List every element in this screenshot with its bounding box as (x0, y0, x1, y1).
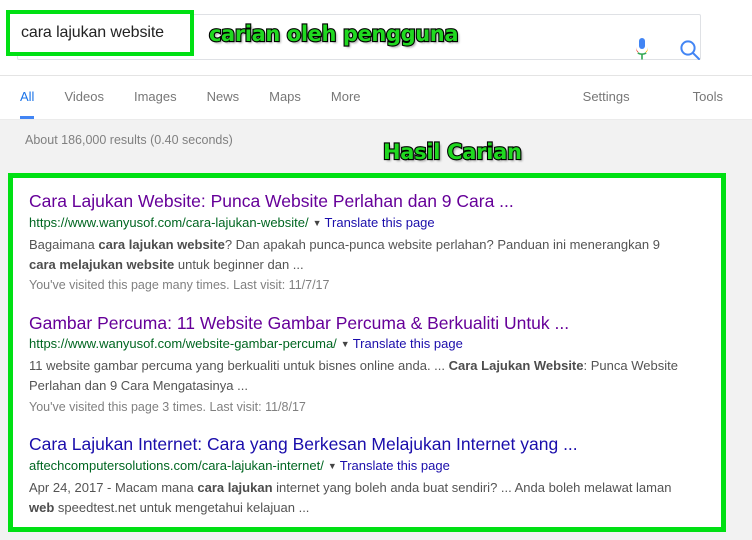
nav-tabs-right: Settings Tools (533, 89, 736, 104)
result-visit-note: You've visited this page 3 times. Last v… (29, 399, 306, 414)
result-stats: About 186,000 results (0.40 seconds) (25, 133, 233, 147)
tab-news[interactable]: News (207, 76, 257, 107)
search-header: cara lajukan website carian oleh penggun… (0, 0, 752, 76)
result-url-line: aftechcomputersolutions.com/cara-lajukan… (29, 457, 705, 476)
search-result-item: Cara Lajukan Internet: Cara yang Berkesa… (29, 433, 705, 518)
search-icon[interactable] (678, 38, 702, 62)
result-snippet: 11 website gambar percuma yang berkualit… (29, 358, 678, 394)
chevron-down-icon[interactable]: ▼ (313, 217, 322, 230)
annotation-user-query: carian oleh pengguna (208, 21, 460, 47)
microphone-icon[interactable] (633, 37, 651, 63)
tab-videos[interactable]: Videos (64, 76, 121, 107)
search-query-highlight[interactable]: cara lajukan website (6, 10, 194, 56)
search-nav: All Videos Images News Maps More Setting… (0, 76, 752, 120)
result-title-link[interactable]: Cara Lajukan Internet: Cara yang Berkesa… (29, 433, 705, 456)
search-results-list: Cara Lajukan Website: Punca Website Perl… (13, 178, 721, 518)
tools-button[interactable]: Tools (693, 89, 723, 104)
search-result-item: Cara Lajukan Website: Punca Website Perl… (29, 190, 705, 295)
annotation-search-results: Hasil Carian (382, 139, 523, 165)
chevron-down-icon[interactable]: ▼ (328, 460, 337, 473)
result-title-link[interactable]: Gambar Percuma: 11 Website Gambar Percum… (29, 312, 705, 335)
search-results-highlight: Cara Lajukan Website: Punca Website Perl… (8, 173, 726, 532)
result-url-line: https://www.wanyusof.com/cara-lajukan-we… (29, 214, 705, 233)
result-snippet: Bagaimana cara lajukan website? Dan apak… (29, 236, 660, 272)
translate-page-link[interactable]: Translate this page (340, 458, 450, 473)
result-title-link[interactable]: Cara Lajukan Website: Punca Website Perl… (29, 190, 705, 213)
nav-tabs-left: All Videos Images News Maps More (20, 76, 391, 120)
tab-images[interactable]: Images (134, 76, 194, 107)
result-stats-row: About 186,000 results (0.40 seconds) (0, 120, 752, 164)
settings-button[interactable]: Settings (583, 89, 630, 104)
result-url[interactable]: https://www.wanyusof.com/website-gambar-… (29, 336, 337, 351)
tab-maps[interactable]: Maps (269, 76, 318, 107)
translate-page-link[interactable]: Translate this page (325, 215, 435, 230)
chevron-down-icon[interactable]: ▼ (341, 338, 350, 351)
search-result-item: Gambar Percuma: 11 Website Gambar Percum… (29, 312, 705, 417)
result-snippet: Apr 24, 2017 - Macam mana cara lajukan i… (29, 479, 672, 515)
tab-more[interactable]: More (331, 76, 378, 107)
search-input[interactable]: cara lajukan website (10, 24, 164, 42)
result-url[interactable]: aftechcomputersolutions.com/cara-lajukan… (29, 458, 324, 473)
result-url[interactable]: https://www.wanyusof.com/cara-lajukan-we… (29, 215, 309, 230)
tab-all[interactable]: All (20, 76, 51, 119)
translate-page-link[interactable]: Translate this page (353, 336, 463, 351)
result-visit-note: You've visited this page many times. Las… (29, 277, 330, 292)
result-url-line: https://www.wanyusof.com/website-gambar-… (29, 335, 705, 354)
